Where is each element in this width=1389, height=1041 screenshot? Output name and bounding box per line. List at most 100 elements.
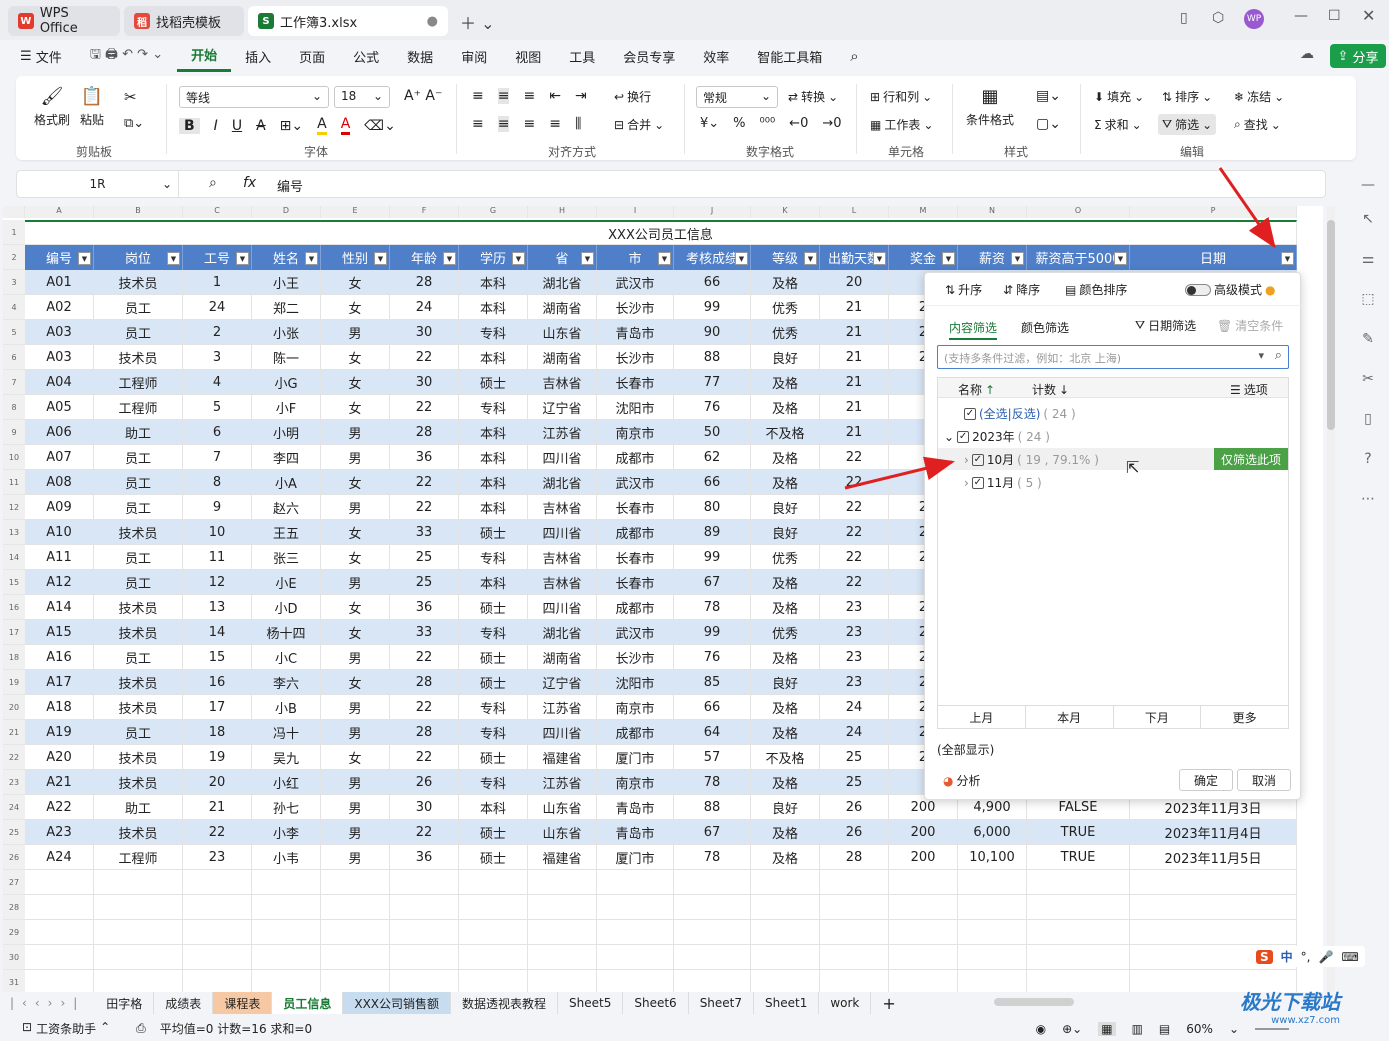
table-header-cell[interactable]: 等级 ▼ [751,245,820,270]
paste-button[interactable]: 📋 粘贴 [80,86,104,128]
table-cell[interactable]: A22 [25,795,94,820]
empty-cell[interactable] [674,970,751,992]
empty-cell[interactable] [889,920,958,945]
table-cell[interactable]: A07 [25,445,94,470]
menu-ai-tools[interactable]: 智能工具箱 [743,40,836,72]
table-cell[interactable]: 女 [321,370,390,395]
table-cell[interactable]: 吉林省 [528,495,597,520]
table-cell[interactable]: 女 [321,620,390,645]
column-header[interactable]: O [1027,206,1130,218]
chevron-down-icon[interactable]: ▾ [1258,349,1264,362]
table-cell[interactable]: 员工 [94,295,183,320]
table-cell[interactable]: 小明 [252,420,321,445]
column-header[interactable]: D [252,206,321,218]
table-cell[interactable]: 18 [183,720,252,745]
row-header[interactable]: 13 [3,520,25,545]
empty-cell[interactable] [1027,920,1130,945]
table-cell[interactable]: A02 [25,295,94,320]
checkbox-checked[interactable]: ✓ [971,476,984,489]
empty-cell[interactable] [252,970,321,992]
eraser-icon[interactable]: ⌫⌄ [364,118,396,134]
table-cell[interactable]: 25 [390,570,459,595]
table-cell[interactable]: A21 [25,770,94,795]
column-name-header[interactable]: 名称 ↑ [958,381,995,398]
table-cell[interactable]: 24 [820,720,889,745]
table-cell[interactable]: 及格 [751,820,820,845]
table-cell[interactable]: 57 [674,745,751,770]
table-cell[interactable]: 及格 [751,645,820,670]
format-brush-button[interactable]: 🖌 格式刷 [34,86,70,128]
table-cell[interactable]: 22 [390,745,459,770]
table-cell[interactable]: 99 [674,620,751,645]
empty-cell[interactable] [252,895,321,920]
protect-icon[interactable]: ⊕⌄ [1062,1022,1082,1036]
cube-icon[interactable]: ⬡ [1212,10,1224,26]
table-cell[interactable]: 2023年11月4日 [1130,820,1297,845]
table-cell[interactable]: 10 [183,520,252,545]
empty-cell[interactable] [94,895,183,920]
table-cell[interactable]: 88 [674,345,751,370]
table-cell[interactable]: 辽宁省 [528,395,597,420]
empty-cell[interactable] [1027,895,1130,920]
pointer-icon[interactable]: ↖ [1357,208,1379,230]
table-cell[interactable]: 19 [183,745,252,770]
table-cell[interactable]: 吉林省 [528,370,597,395]
table-header-cell[interactable]: 省 ▼ [528,245,597,270]
table-header-cell[interactable]: 年龄 ▼ [390,245,459,270]
table-cell[interactable]: 南京市 [597,420,674,445]
empty-cell[interactable] [183,895,252,920]
table-cell[interactable]: 武汉市 [597,270,674,295]
table-cell[interactable]: 22 [820,445,889,470]
row-header[interactable]: 17 [3,620,25,645]
zoom-level[interactable]: 60% [1186,1022,1213,1036]
row-header[interactable]: 18 [3,645,25,670]
filter-only-this-button[interactable]: 仅筛选此项 [1214,448,1288,470]
table-cell[interactable]: 小A [252,470,321,495]
empty-cell[interactable] [597,920,674,945]
table-cell[interactable]: 成都市 [597,595,674,620]
empty-cell[interactable] [25,945,94,970]
quick-toolbar[interactable]: 🖫 🖨 ↶ ↷ ⌄ [76,40,177,72]
table-header-cell[interactable]: 日期 ▼ [1130,245,1297,270]
table-cell[interactable]: 26 [820,795,889,820]
row-header[interactable]: 8 [3,395,25,420]
empty-cell[interactable] [597,945,674,970]
empty-cell[interactable] [183,920,252,945]
table-cell[interactable]: 28 [390,270,459,295]
table-cell[interactable]: 及格 [751,695,820,720]
table-cell[interactable]: 专科 [459,320,528,345]
table-cell[interactable]: 22 [820,520,889,545]
table-cell[interactable]: 24 [183,295,252,320]
table-cell[interactable]: 36 [390,845,459,870]
table-cell[interactable]: 64 [674,720,751,745]
table-cell[interactable]: 80 [674,495,751,520]
table-cell[interactable]: 员工 [94,320,183,345]
month-item-oct[interactable]: › ✓ 10月( 19 , 79.1% ) [964,451,1099,468]
row-header[interactable]: 30 [3,945,25,970]
table-cell[interactable]: 25 [390,545,459,570]
table-cell[interactable]: 及格 [751,720,820,745]
table-cell[interactable]: 优秀 [751,545,820,570]
table-cell[interactable]: 四川省 [528,445,597,470]
empty-cell[interactable] [597,870,674,895]
table-cell[interactable]: 吉林省 [528,545,597,570]
table-cell[interactable]: 长沙市 [597,645,674,670]
outdent-icon[interactable]: ⇥ [575,88,587,104]
table-cell[interactable]: 成都市 [597,520,674,545]
ime-toolbar[interactable]: S 中 °, 🎤 ⌨ [1250,946,1365,967]
sheet-nav-arrows[interactable]: |‹‹››| [0,996,95,1010]
filter-button[interactable]: ⛛ 筛选 ⌄ [1158,114,1217,135]
empty-cell[interactable] [751,895,820,920]
table-cell[interactable]: 女 [321,395,390,420]
table-header-cell[interactable]: 出勤天数 ▼ [820,245,889,270]
table-cell[interactable]: A18 [25,695,94,720]
empty-cell[interactable] [820,870,889,895]
decrease-decimal-icon[interactable]: →0 [822,116,841,131]
table-cell[interactable]: 员工 [94,495,183,520]
search-icon[interactable]: ⌕ [1275,348,1282,363]
table-cell[interactable]: 小F [252,395,321,420]
column-header[interactable]: P [1130,206,1297,218]
table-cell[interactable]: A17 [25,670,94,695]
table-cell[interactable]: 66 [674,695,751,720]
empty-cell[interactable] [94,970,183,992]
